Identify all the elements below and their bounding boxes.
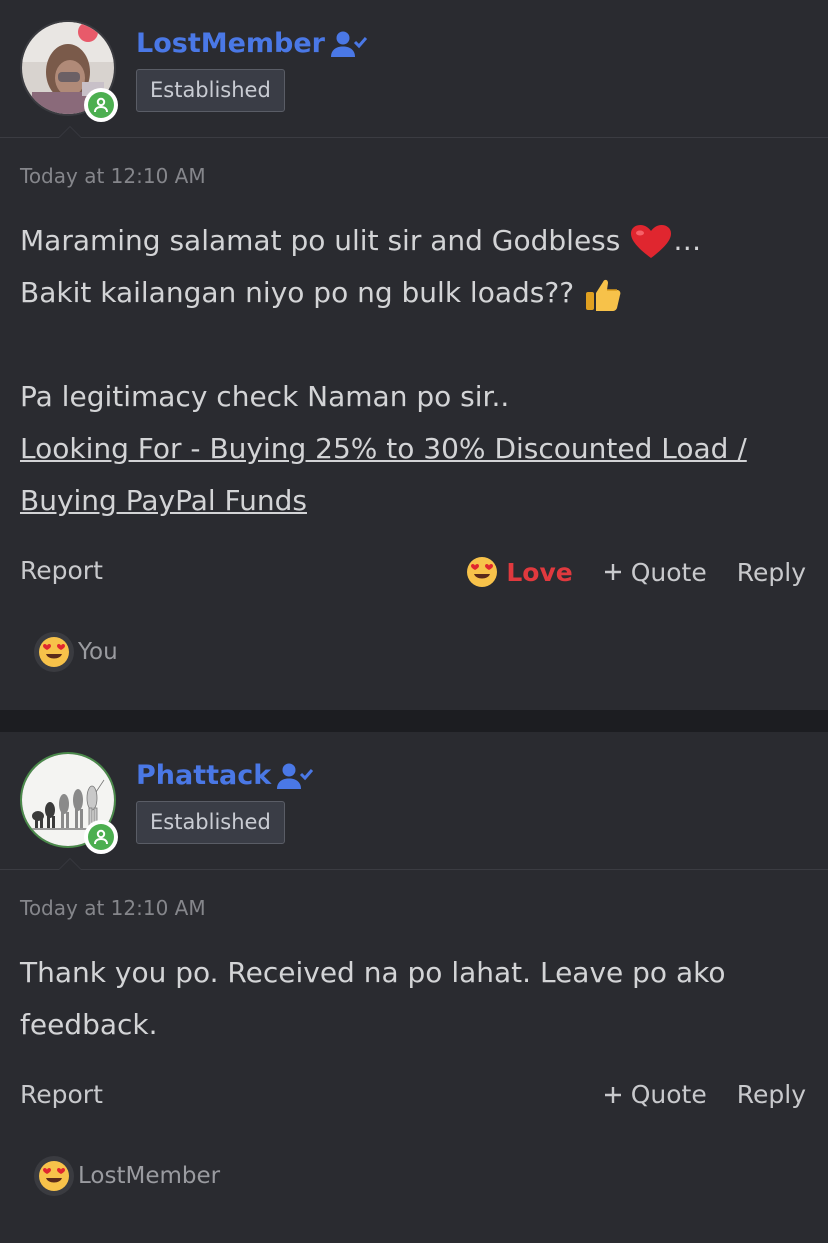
heart-eyes-emoji-icon [467,557,498,587]
message-text: Maraming salamat po ulit sir and Godbles… [20,224,621,257]
reply-button[interactable]: Reply [737,1080,806,1109]
message-line: Thank you po. Received na po lahat. Leav… [20,956,726,989]
user-check-icon [331,31,367,57]
post-body: Thank you po. Received na po lahat. Leav… [20,947,810,1051]
quote-button[interactable]: Quote [603,1080,707,1109]
header-notch [58,126,82,138]
reactions-summary[interactable]: You [34,632,118,672]
online-status-icon [84,88,118,122]
user-check-icon [277,763,314,789]
thread-link-continued[interactable]: Buying PayPal Funds [20,484,307,517]
report-button[interactable]: Report [20,556,103,585]
post-header: Phattack Established [0,732,828,870]
thumbs-up-icon [586,279,621,311]
reactions-user-list: You [78,639,118,665]
love-label: Love [506,557,573,587]
thread-link[interactable]: Looking For - Buying 25% to 30% Discount… [20,432,747,465]
message-line: Maraming salamat po ulit sir and Godbles… [20,215,810,267]
quote-button[interactable]: Quote [603,558,707,587]
post-header: LostMember Established [0,0,828,138]
heart-eyes-emoji-icon [34,632,74,672]
username[interactable]: Phattack [136,760,314,791]
plus-icon [604,564,621,580]
username-label: LostMember [136,28,325,59]
post-actions-right: Quote Reply [603,1080,806,1109]
username-label: Phattack [136,760,272,791]
post-body: Maraming salamat po ulit sir and Godbles… [20,215,810,527]
avatar[interactable] [20,752,118,854]
message-text: Pa legitimacy check Naman po sir.. [20,380,510,413]
avatar[interactable] [20,20,118,122]
user-title-badge: Established [136,801,285,844]
message-line: feedback. [20,1008,158,1041]
post-timestamp[interactable]: Today at 12:10 AM [20,164,206,188]
post-actions: Report Quote Reply [0,1080,828,1120]
post-actions: Report Love Quote Reply [0,556,828,596]
heart-icon [631,225,672,258]
quote-label: Quote [630,1080,707,1109]
report-button[interactable]: Report [20,1080,103,1109]
message-line: Bakit kailangan niyo po ng bulk loads?? [20,267,810,319]
post: Phattack Established Today at 12:10 AM T… [0,732,828,1243]
username[interactable]: LostMember [136,28,367,59]
message-line: Looking For - Buying 25% to 30% Discount… [20,423,810,475]
message-line: Pa legitimacy check Naman po sir.. [20,371,810,423]
reactions-user-list: LostMember [78,1163,221,1189]
love-reaction-button[interactable]: Love [466,556,573,588]
message-line: Buying PayPal Funds [20,475,810,527]
plus-icon [604,1086,621,1103]
post: LostMember Established Today at 12:10 AM… [0,0,828,710]
quote-label: Quote [630,557,707,587]
heart-eyes-emoji-icon [34,1156,74,1196]
header-notch [58,858,82,870]
post-actions-right: Love Quote Reply [466,556,806,588]
ellipsis-text: … [673,224,702,257]
user-title-badge: Established [136,69,285,112]
post-timestamp[interactable]: Today at 12:10 AM [20,896,206,920]
message-text: Bakit kailangan niyo po ng bulk loads?? [20,276,575,309]
reply-button[interactable]: Reply [737,558,806,587]
reactions-summary[interactable]: LostMember [34,1156,220,1196]
online-status-icon [84,820,118,854]
